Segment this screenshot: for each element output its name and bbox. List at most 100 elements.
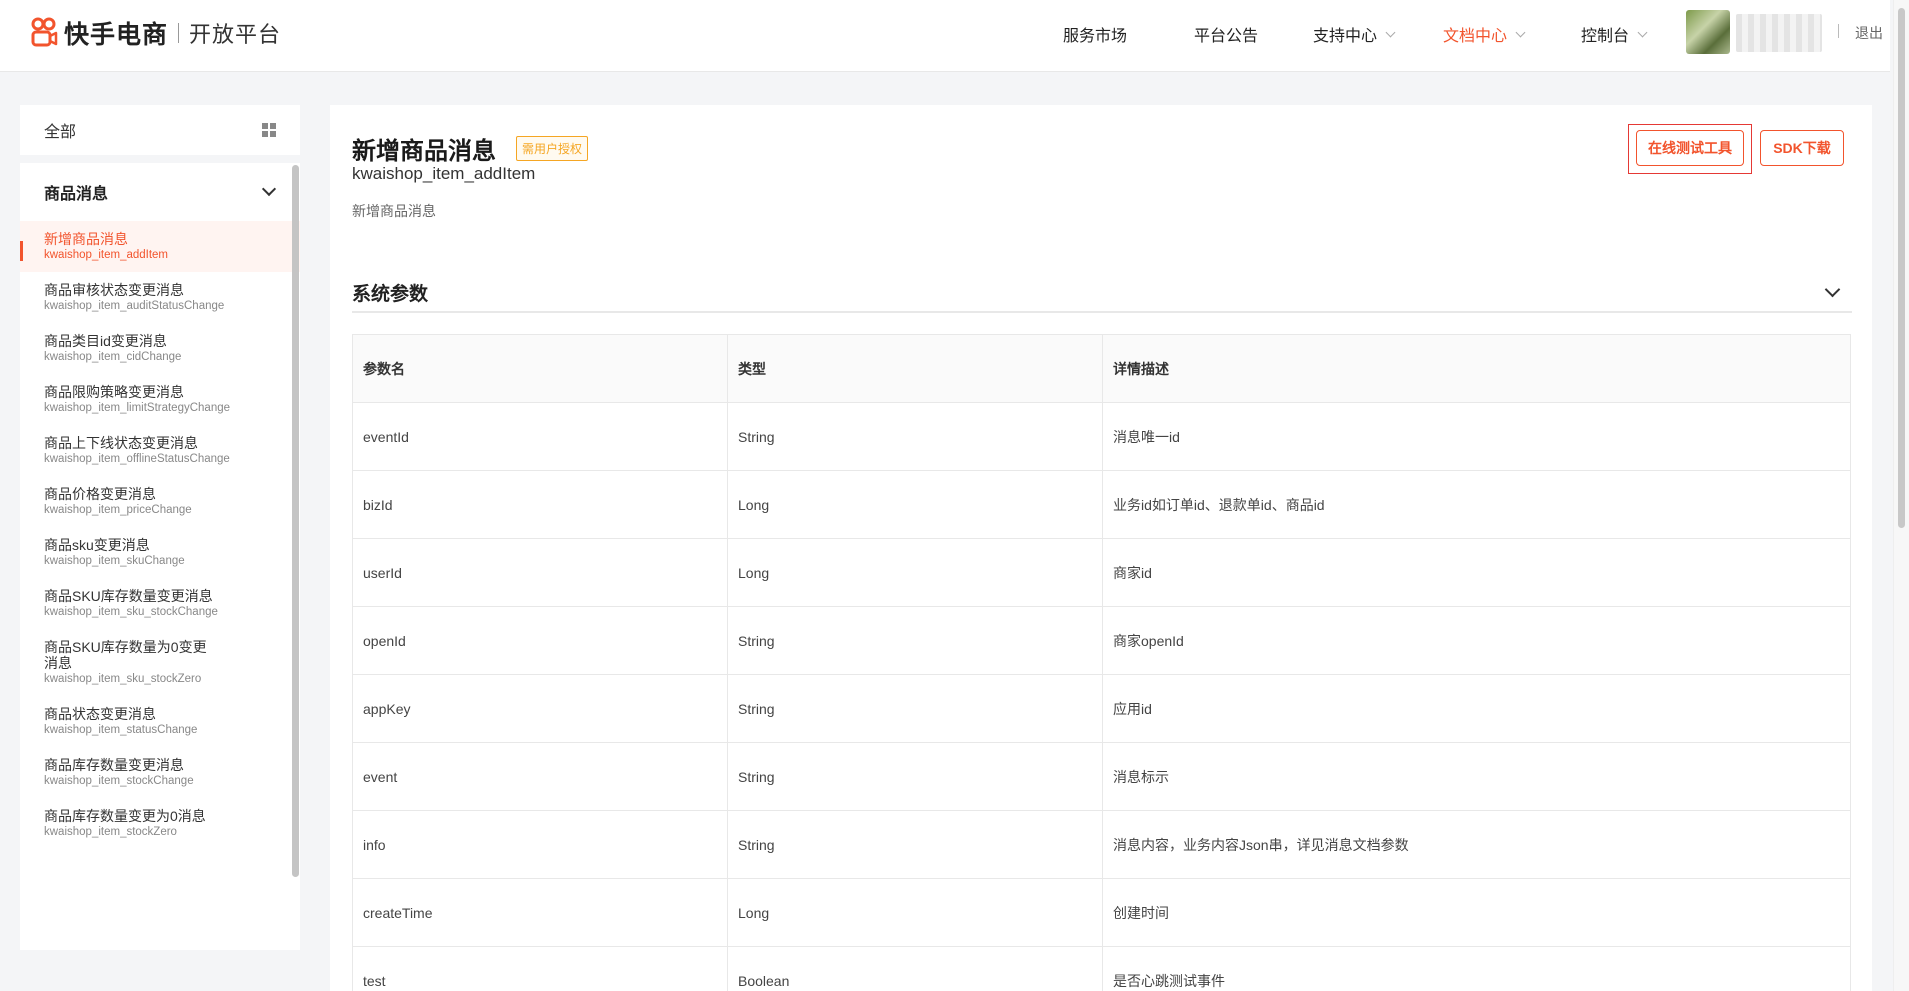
brand-logo[interactable]: 快手电商 开放平台	[30, 16, 281, 50]
param-desc: 商家openId	[1102, 606, 1851, 675]
param-type: Long	[727, 470, 1103, 539]
nav-support-center[interactable]: 支持中心	[1313, 22, 1396, 46]
auth-badge: 需用户授权	[516, 136, 589, 161]
sidebar-scrollbar-thumb[interactable]	[292, 165, 299, 877]
sidebar-item-title: 商品审核状态变更消息	[44, 282, 184, 298]
grid-icon[interactable]	[262, 123, 276, 137]
param-name: appKey	[352, 674, 728, 743]
window-scrollbar-thumb[interactable]	[1898, 8, 1905, 528]
param-name: info	[352, 810, 728, 879]
sidebar-item[interactable]: 商品sku变更消息 kwaishop_item_skuChange	[20, 527, 300, 578]
sidebar-item-title: 商品状态变更消息	[44, 706, 156, 722]
param-desc: 商家id	[1102, 538, 1851, 607]
sidebar-item-title: 商品价格变更消息	[44, 486, 156, 502]
online-test-tool-button[interactable]: 在线测试工具	[1636, 130, 1744, 166]
param-name: bizId	[352, 470, 728, 539]
chevron-down-icon	[261, 181, 277, 197]
sidebar-item-api: kwaishop_item_offlineStatusChange	[44, 453, 230, 465]
table-row: info String 消息内容，业务内容Json串，详见消息文档参数	[352, 810, 1851, 879]
sidebar-item[interactable]: 商品类目id变更消息 kwaishop_item_cidChange	[20, 323, 300, 374]
nav-label: 支持中心	[1313, 28, 1378, 45]
sidebar-item-api: kwaishop_item_auditStatusChange	[44, 300, 225, 312]
param-type: Boolean	[727, 946, 1103, 991]
sidebar-item[interactable]: 商品上下线状态变更消息 kwaishop_item_offlineStatusC…	[20, 425, 300, 476]
sidebar-item-title: 商品库存数量变更为0消息	[44, 808, 206, 824]
sidebar-all[interactable]: 全部	[20, 105, 300, 163]
nav-console[interactable]: 控制台	[1581, 22, 1648, 46]
brand-subtitle: 开放平台	[189, 22, 282, 47]
column-header: 详情描述	[1102, 334, 1851, 403]
param-type: String	[727, 402, 1103, 471]
param-type: String	[727, 742, 1103, 811]
page-title: 新增商品消息	[352, 138, 496, 165]
param-desc: 创建时间	[1102, 878, 1851, 947]
sidebar-item-api: kwaishop_item_priceChange	[44, 504, 192, 516]
sidebar-item[interactable]: 商品SKU库存数量为0变更消息 kwaishop_item_sku_stockZ…	[20, 629, 300, 696]
param-type: String	[727, 810, 1103, 879]
param-type: String	[727, 606, 1103, 675]
sidebar-item[interactable]: 商品价格变更消息 kwaishop_item_priceChange	[20, 476, 300, 527]
nav-label: 文档中心	[1443, 28, 1508, 45]
sidebar-item[interactable]: 商品SKU库存数量变更消息 kwaishop_item_sku_stockCha…	[20, 578, 300, 629]
table-row: appKey String 应用id	[352, 674, 1851, 743]
sidebar-item-title: 商品限购策略变更消息	[44, 384, 184, 400]
sidebar-item-api: kwaishop_item_stockZero	[44, 826, 177, 838]
nav-announcements[interactable]: 平台公告	[1194, 22, 1258, 46]
sidebar-item-title: 商品SKU库存数量变更消息	[44, 588, 213, 604]
nav-docs-center[interactable]: 文档中心	[1443, 22, 1526, 46]
main-content: 新增商品消息 需用户授权 kwaishop_item_addItem 新增商品消…	[330, 105, 1872, 991]
title-row: 新增商品消息 需用户授权	[352, 131, 589, 166]
window-scrollbar[interactable]	[1893, 0, 1909, 991]
param-name: userId	[352, 538, 728, 607]
sidebar-item-title: 商品类目id变更消息	[44, 333, 167, 349]
param-desc: 应用id	[1102, 674, 1851, 743]
table-header-row: 参数名 类型 详情描述	[352, 334, 1851, 403]
sdk-download-button[interactable]: SDK下载	[1760, 130, 1844, 166]
sidebar-item[interactable]: 商品库存数量变更消息 kwaishop_item_stockChange	[20, 747, 300, 798]
sidebar-item-api: kwaishop_item_addItem	[44, 249, 169, 261]
sidebar-item[interactable]: 商品审核状态变更消息 kwaishop_item_auditStatusChan…	[20, 272, 300, 323]
params-table: 参数名 类型 详情描述 eventId String 消息唯一id bizId …	[352, 334, 1851, 991]
chevron-down-icon	[1385, 27, 1396, 37]
top-header: 快手电商 开放平台 服务市场 平台公告 支持中心 文档中心 控制台 退出	[0, 0, 1890, 72]
table-row: test Boolean 是否心跳测试事件	[352, 946, 1851, 991]
logo-divider	[178, 23, 180, 43]
username-blurred[interactable]	[1736, 14, 1822, 52]
column-header: 参数名	[352, 334, 728, 403]
sidebar-item[interactable]: 商品库存数量变更为0消息 kwaishop_item_stockZero	[20, 798, 300, 849]
column-header: 类型	[727, 334, 1103, 403]
header-divider	[1838, 24, 1839, 38]
param-name: openId	[352, 606, 728, 675]
sidebar-group-header[interactable]: 商品消息	[20, 163, 300, 221]
nav-label: 服务市场	[1063, 28, 1128, 45]
sidebar-group-label: 商品消息	[44, 186, 109, 203]
kuaishou-logo-icon	[31, 17, 58, 47]
sidebar-item[interactable]: 商品状态变更消息 kwaishop_item_statusChange	[20, 696, 300, 747]
sidebar-item-api: kwaishop_item_sku_stockZero	[44, 673, 202, 685]
nav-service-market[interactable]: 服务市场	[1063, 22, 1127, 46]
param-name: event	[352, 742, 728, 811]
sidebar-all-label: 全部	[44, 124, 77, 141]
sidebar-scrollbar[interactable]	[292, 165, 299, 877]
param-type: Long	[727, 538, 1103, 607]
sidebar-item-api: kwaishop_item_stockChange	[44, 775, 194, 787]
avatar[interactable]	[1686, 10, 1730, 54]
param-desc: 是否心跳测试事件	[1102, 946, 1851, 991]
system-params-section-header[interactable]: 系统参数	[352, 273, 1852, 313]
chevron-down-icon[interactable]	[1824, 281, 1841, 297]
param-type: String	[727, 674, 1103, 743]
api-description: 新增商品消息	[352, 203, 436, 219]
sidebar-item-api: kwaishop_item_statusChange	[44, 724, 198, 736]
logout-link[interactable]: 退出	[1855, 23, 1883, 43]
sidebar-item-api: kwaishop_item_sku_stockChange	[44, 606, 218, 618]
table-row: event String 消息标示	[352, 742, 1851, 811]
sidebar-item-api: kwaishop_item_cidChange	[44, 351, 182, 363]
param-desc: 消息内容，业务内容Json串，详见消息文档参数	[1102, 810, 1851, 879]
sidebar-item[interactable]: 新增商品消息 kwaishop_item_addItem	[20, 221, 300, 272]
chevron-down-icon	[1637, 27, 1648, 37]
table-row: eventId String 消息唯一id	[352, 402, 1851, 471]
sidebar-item[interactable]: 商品限购策略变更消息 kwaishop_item_limitStrategyCh…	[20, 374, 300, 425]
sidebar-item-title: 商品库存数量变更消息	[44, 757, 184, 773]
sidebar: 全部 商品消息 新增商品消息 kwaishop_item_addItem 商品审…	[20, 105, 300, 950]
param-type: Long	[727, 878, 1103, 947]
